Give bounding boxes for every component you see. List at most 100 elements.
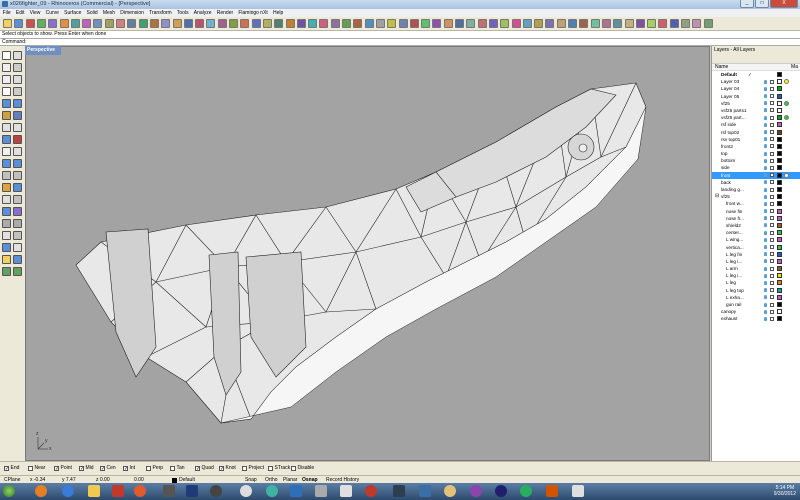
visibility-bulb-icon[interactable] <box>764 130 767 134</box>
menu-render[interactable]: Render <box>214 9 236 16</box>
visibility-bulb-icon[interactable] <box>764 273 767 278</box>
layer-color-swatch[interactable] <box>777 179 782 185</box>
minimize-button[interactable]: _ <box>740 0 754 8</box>
visibility-bulb-icon[interactable] <box>764 101 767 106</box>
toolbar-button-3-icon[interactable] <box>36 19 46 28</box>
left-tool-19-icon[interactable] <box>13 159 22 168</box>
osnap-end[interactable]: ✓ End <box>4 465 19 471</box>
toolbar-button-36-icon[interactable] <box>409 19 419 28</box>
left-tool-27-icon[interactable] <box>13 207 22 216</box>
toolbar-button-50-icon[interactable] <box>568 19 577 28</box>
osnap-point[interactable]: ✓ Point <box>54 465 72 471</box>
visibility-bulb-icon[interactable] <box>764 165 767 170</box>
collapse-group-icon[interactable]: ⊟ <box>715 193 719 200</box>
toolbar-button-14-icon[interactable] <box>161 19 171 28</box>
lock-icon[interactable] <box>770 266 774 271</box>
visibility-bulb-icon[interactable] <box>764 173 767 178</box>
layer-color-swatch[interactable] <box>777 294 782 300</box>
osnap-disable[interactable]: Disable <box>291 465 314 471</box>
left-tool-5-icon[interactable] <box>13 75 22 84</box>
osnap-checkbox[interactable] <box>28 465 33 471</box>
lock-icon[interactable] <box>770 316 774 321</box>
toolbar-button-28-icon[interactable] <box>319 19 329 28</box>
app-icon-n[interactable] <box>546 485 558 497</box>
osnap-checkbox[interactable]: ✓ <box>79 465 84 471</box>
toolbar-button-5-icon[interactable] <box>59 19 69 28</box>
osnap-checkbox[interactable] <box>146 465 151 471</box>
toolbar-button-1-icon[interactable] <box>14 19 24 28</box>
osnap-strack[interactable]: STrack <box>268 465 290 471</box>
left-tool-33-icon[interactable] <box>13 243 22 252</box>
material-sphere-icon[interactable] <box>784 115 789 121</box>
layer-row[interactable]: rsf side <box>712 121 800 128</box>
lock-icon[interactable] <box>770 201 774 206</box>
toolbar-button-61-icon[interactable] <box>692 19 702 28</box>
menu-surface[interactable]: Surface <box>62 9 84 16</box>
layer-row[interactable]: vf25 <box>712 100 800 107</box>
toolbar-button-2-icon[interactable] <box>25 19 35 28</box>
left-tool-22-icon[interactable] <box>2 183 11 192</box>
app-icon-j[interactable] <box>444 485 456 497</box>
visibility-bulb-icon[interactable] <box>764 115 767 120</box>
app-icon-b[interactable] <box>210 485 222 497</box>
toolbar-button-43-icon[interactable] <box>488 19 498 28</box>
toolbar-button-59-icon[interactable] <box>669 19 679 28</box>
osnap-mid[interactable]: ✓ Mid <box>79 465 94 471</box>
toolbar-button-18-icon[interactable] <box>206 19 216 28</box>
layer-row[interactable]: nose fr... <box>712 215 800 222</box>
layers-material-column[interactable]: Ma <box>791 64 798 71</box>
visibility-bulb-icon[interactable] <box>764 194 767 199</box>
lock-icon[interactable] <box>770 187 774 192</box>
layer-color-swatch[interactable] <box>777 187 782 192</box>
visibility-bulb-icon[interactable] <box>764 245 767 249</box>
toolbar-button-46-icon[interactable] <box>522 19 532 28</box>
menu-view[interactable]: View <box>27 9 43 16</box>
toolbar-button-48-icon[interactable] <box>545 19 555 28</box>
lock-icon[interactable] <box>770 122 774 127</box>
layer-row[interactable]: L leg i... <box>712 258 800 265</box>
layer-row[interactable]: L arm <box>712 265 800 272</box>
layer-color-swatch[interactable] <box>777 100 782 106</box>
lock-icon[interactable] <box>770 288 774 293</box>
lock-icon[interactable] <box>770 86 774 91</box>
visibility-bulb-icon[interactable] <box>764 259 767 264</box>
toolbar-button-9-icon[interactable] <box>104 19 114 28</box>
toolbar-button-21-icon[interactable] <box>240 19 250 28</box>
lock-icon[interactable] <box>770 309 774 314</box>
app-icon-g[interactable] <box>365 485 377 497</box>
layer-color-swatch[interactable] <box>777 280 782 286</box>
toolbar-button-17-icon[interactable] <box>195 19 205 28</box>
toolbar-button-22-icon[interactable] <box>251 19 261 28</box>
layer-row[interactable]: L exha... <box>712 294 800 301</box>
layer-row[interactable]: ⊟ vf25 <box>712 193 800 200</box>
material-sphere-icon[interactable] <box>784 172 789 178</box>
toolbar-button-16-icon[interactable] <box>183 19 193 28</box>
left-tool-15-icon[interactable] <box>13 135 22 144</box>
toolbar-button-44-icon[interactable] <box>500 19 510 28</box>
menu-tools[interactable]: Tools <box>174 9 191 16</box>
visibility-bulb-icon[interactable] <box>764 209 767 214</box>
layer-color-swatch[interactable] <box>777 266 782 272</box>
layer-color-swatch[interactable] <box>777 287 782 293</box>
visibility-bulb-icon[interactable] <box>764 237 767 242</box>
layer-color-swatch[interactable] <box>777 208 782 214</box>
visibility-bulb-icon[interactable] <box>764 266 767 271</box>
visibility-bulb-icon[interactable] <box>764 122 767 127</box>
layer-row[interactable]: exhaust <box>712 315 800 322</box>
firefox-icon[interactable] <box>35 485 47 497</box>
layer-color-swatch[interactable] <box>777 316 782 322</box>
lock-icon[interactable] <box>770 101 774 106</box>
layer-row[interactable]: side <box>712 164 800 171</box>
layer-color-swatch[interactable] <box>777 222 782 228</box>
layer-row[interactable]: landing g... <box>712 186 800 193</box>
layer-row[interactable]: shield2 <box>712 222 800 229</box>
toolbar-button-19-icon[interactable] <box>217 19 227 28</box>
left-tool-29-icon[interactable] <box>13 219 22 228</box>
visibility-bulb-icon[interactable] <box>764 252 767 257</box>
layer-color-swatch[interactable] <box>777 230 782 236</box>
layer-row[interactable]: L leg i... <box>712 272 800 279</box>
layer-color-swatch[interactable] <box>777 151 782 157</box>
toolbar-button-39-icon[interactable] <box>443 19 453 28</box>
toolbar-button-25-icon[interactable] <box>285 19 295 28</box>
layer-row[interactable]: gun rail <box>712 301 800 308</box>
